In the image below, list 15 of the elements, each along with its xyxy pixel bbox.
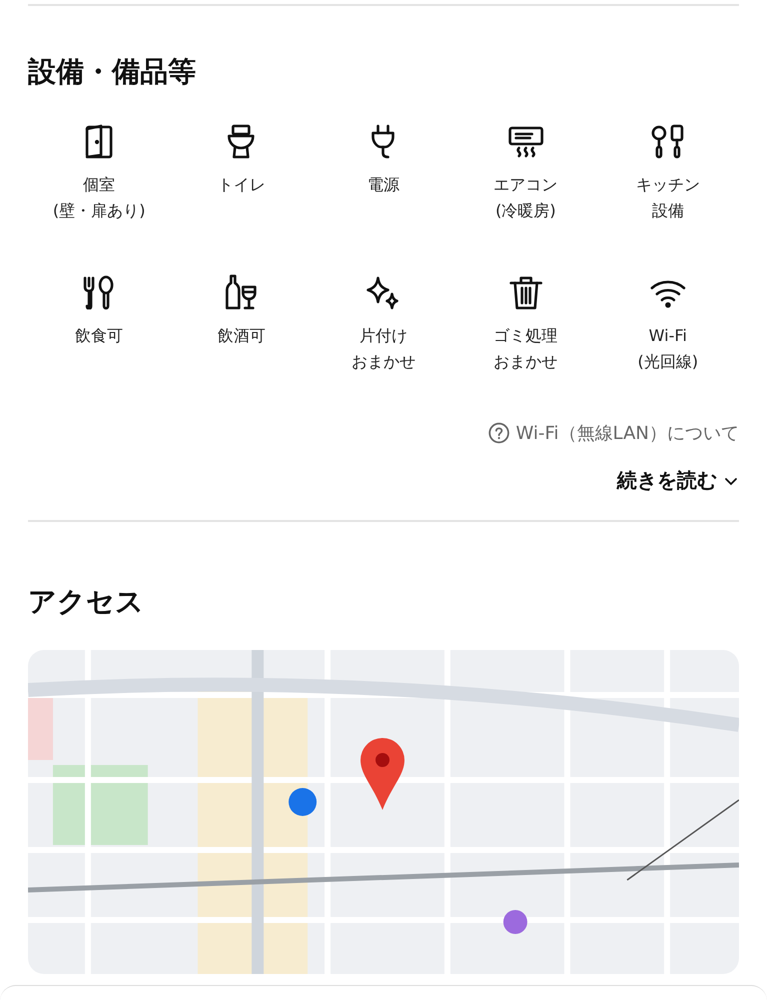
amenity-label: エアコン (冷暖房) [494, 174, 558, 222]
amenity-label: 飲食可 [75, 325, 124, 347]
amenity-label: キッチン 設備 [636, 174, 700, 222]
read-more-button[interactable]: 続きを読む [617, 467, 739, 494]
amenity-label: 片付け おまかせ [351, 325, 416, 373]
amenity-label: 電源 [367, 174, 400, 196]
help-icon [488, 422, 510, 444]
amenity-label: 個室 (壁・扉あり) [52, 174, 146, 222]
amenity-label: Wi-Fi (光回線) [638, 325, 698, 373]
wifi-info-link[interactable]: Wi-Fi（無線LAN）について [488, 421, 739, 445]
amenity-label: ゴミ処理 おまかせ [494, 325, 558, 373]
section-title: 設備・備品等 [28, 54, 197, 90]
amenity-label: 飲酒可 [217, 325, 266, 347]
section-title: アクセス [28, 584, 145, 620]
amenity-label: トイレ [217, 174, 266, 196]
